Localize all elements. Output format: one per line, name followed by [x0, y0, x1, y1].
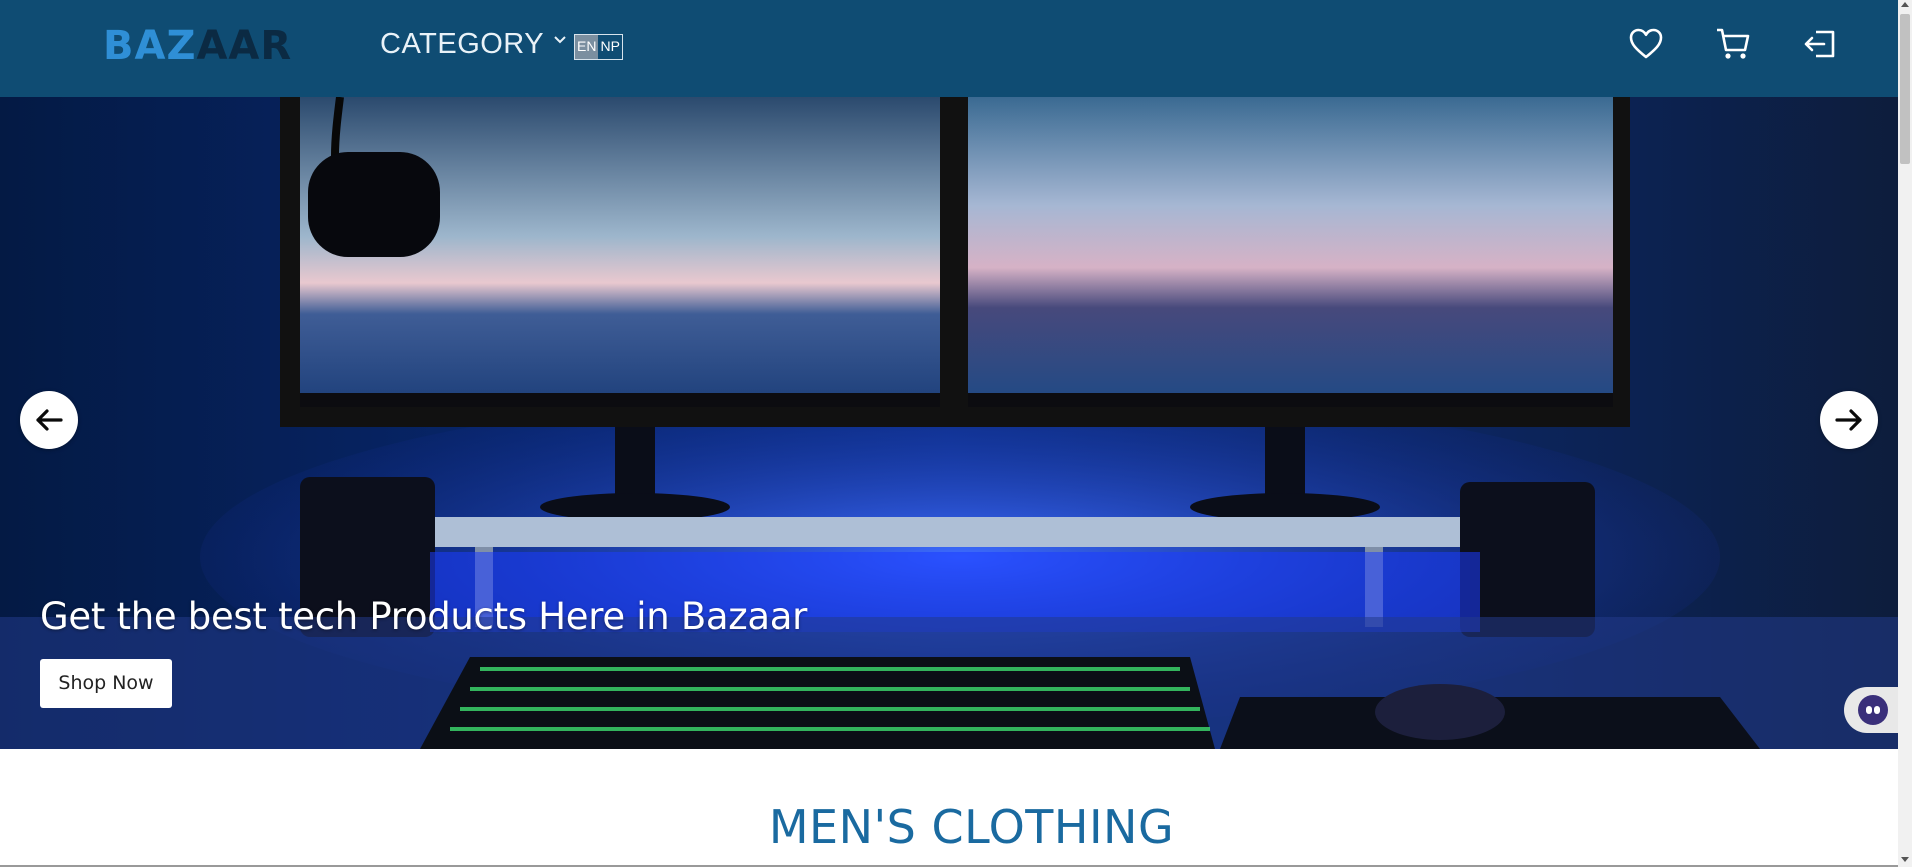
- logout-icon[interactable]: [1802, 26, 1838, 62]
- top-navbar: BAZAAR CATEGORY EN NP: [0, 0, 1898, 97]
- hero-carousel: Get the best tech Products Here in Bazaa…: [0, 97, 1898, 749]
- hero-background-image: [0, 97, 1898, 749]
- chatbot-launcher[interactable]: [1844, 687, 1898, 733]
- hero-title: Get the best tech Products Here in Bazaa…: [40, 595, 808, 638]
- scroll-down-icon[interactable]: [1901, 857, 1909, 862]
- chatbot-icon: [1858, 695, 1888, 725]
- cart-icon[interactable]: [1715, 26, 1751, 62]
- bazaar-logo[interactable]: BAZAAR: [103, 26, 292, 66]
- language-en[interactable]: EN: [575, 35, 599, 59]
- page-scrollbar[interactable]: [1898, 0, 1912, 867]
- arrow-left-icon: [36, 409, 63, 431]
- category-menu[interactable]: CATEGORY: [380, 24, 544, 64]
- shop-now-button[interactable]: Shop Now: [40, 659, 172, 708]
- scroll-thumb[interactable]: [1900, 14, 1910, 164]
- arrow-right-icon: [1835, 409, 1862, 431]
- scroll-up-icon[interactable]: [1901, 2, 1909, 7]
- chevron-down-icon[interactable]: [552, 32, 568, 48]
- language-switch: EN NP: [574, 34, 623, 60]
- language-np[interactable]: NP: [598, 35, 621, 59]
- section-title: MEN'S CLOTHING: [768, 800, 1175, 854]
- carousel-prev-button[interactable]: [20, 391, 78, 449]
- carousel-next-button[interactable]: [1820, 391, 1878, 449]
- heart-icon[interactable]: [1628, 26, 1664, 62]
